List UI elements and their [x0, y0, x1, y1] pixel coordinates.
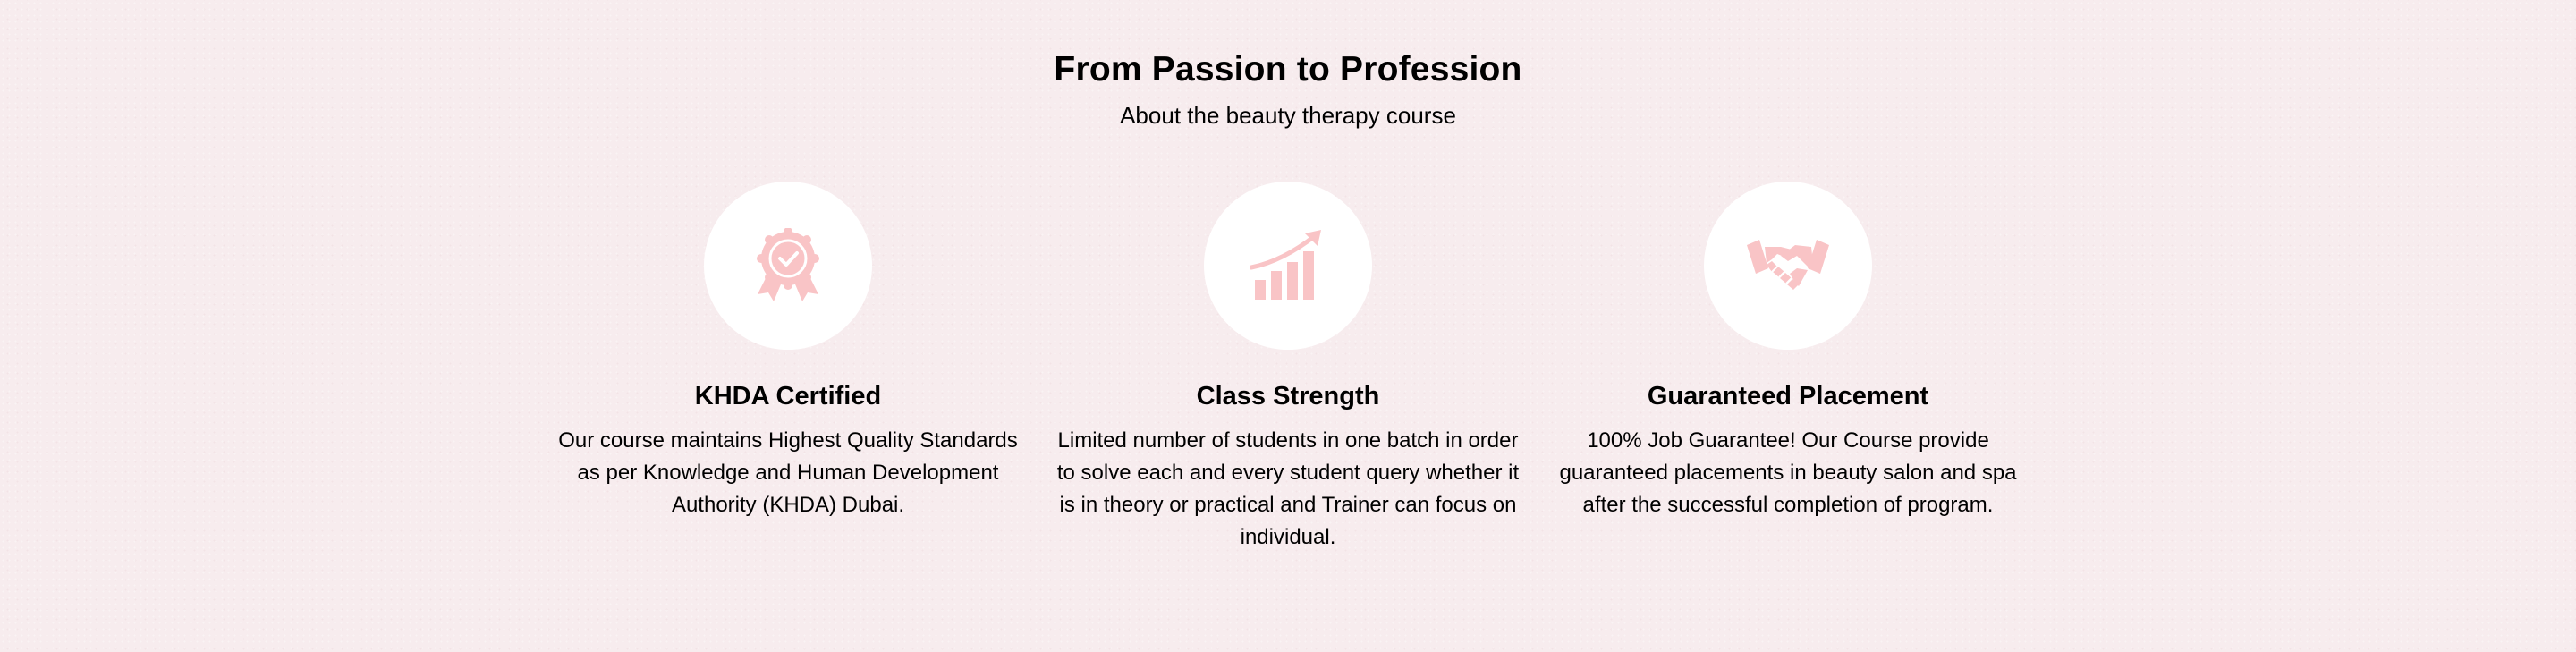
- award-badge-icon: [757, 228, 819, 301]
- feature-card-class-strength: Class Strength Limited number of student…: [1046, 182, 1530, 554]
- section-subtitle: About the beauty therapy course: [1120, 102, 1456, 129]
- about-course-section: From Passion to Profession About the bea…: [0, 0, 2576, 652]
- feature-description: 100% Job Guarantee! Our Course provide g…: [1559, 428, 2017, 517]
- feature-title: Guaranteed Placement: [1647, 382, 1929, 411]
- icon-circle: [1704, 182, 1872, 350]
- feature-title: KHDA Certified: [694, 382, 882, 411]
- feature-title: Class Strength: [1196, 382, 1380, 411]
- feature-description: Our course maintains Highest Quality Sta…: [558, 428, 1018, 517]
- handshake-icon: [1747, 240, 1829, 290]
- icon-circle: [1204, 182, 1372, 350]
- growth-chart-icon: [1250, 230, 1321, 300]
- feature-card-khda: KHDA Certified Our course maintains High…: [547, 182, 1030, 521]
- feature-description: Limited number of students in one batch …: [1056, 428, 1520, 549]
- section-title: From Passion to Profession: [1054, 50, 1522, 89]
- feature-card-placement: Guaranteed Placement 100% Job Guarantee!…: [1546, 182, 2029, 521]
- icon-circle: [704, 182, 872, 350]
